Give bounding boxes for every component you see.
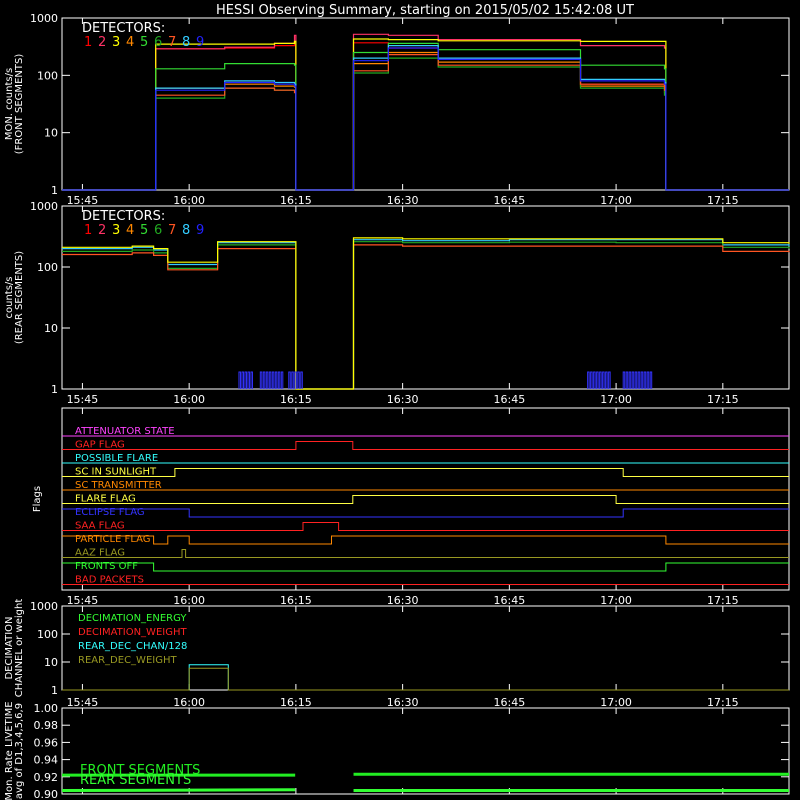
legend-entry: 4 bbox=[126, 35, 134, 50]
y-tick-label: 1000 bbox=[30, 200, 58, 213]
flag-label: FLARE FLAG bbox=[75, 494, 136, 505]
flag-label: ATTENUATOR STATE bbox=[75, 426, 175, 437]
y-tick-label: 0.94 bbox=[34, 754, 59, 767]
y-tick-label: 1000 bbox=[30, 12, 58, 25]
x-tick-label: 17:15 bbox=[707, 393, 739, 406]
legend-entry: 5 bbox=[140, 35, 148, 50]
x-tick-label: 16:45 bbox=[494, 194, 526, 207]
y-axis-label: (FRONT SEGMENTS) bbox=[14, 54, 25, 155]
decimation-legend-entry: REAR_DEC_CHAN/128 bbox=[78, 641, 187, 652]
y-tick-label: 100 bbox=[37, 628, 58, 641]
y-tick-label: 1.00 bbox=[34, 702, 59, 715]
livetime-line bbox=[61, 788, 296, 793]
legend-title: DETECTORS: bbox=[82, 21, 165, 36]
y-tick-label: 1 bbox=[51, 684, 58, 697]
x-tick-label: 16:30 bbox=[387, 194, 419, 207]
legend-entry: 3 bbox=[112, 223, 120, 238]
x-tick-label: 17:00 bbox=[600, 696, 632, 709]
y-axis-label: CHANNEL or weight bbox=[14, 599, 25, 698]
x-tick-label: 16:15 bbox=[280, 194, 312, 207]
decimation-legend-entry: REAR_DEC_WEIGHT bbox=[78, 655, 177, 666]
figure-title: HESSI Observing Summary, starting on 201… bbox=[216, 3, 634, 18]
y-tick-label: 1 bbox=[51, 184, 58, 197]
x-tick-label: 16:30 bbox=[387, 393, 419, 406]
x-tick-label: 15:45 bbox=[67, 393, 99, 406]
x-tick-label: 16:00 bbox=[173, 194, 205, 207]
x-tick-label: 15:45 bbox=[67, 594, 99, 607]
legend-entry: 4 bbox=[126, 223, 134, 238]
x-tick-label: 17:00 bbox=[600, 393, 632, 406]
decimation-legend-entry: DECIMATION_WEIGHT bbox=[78, 627, 187, 638]
legend-entry: 6 bbox=[154, 35, 162, 50]
x-tick-label: 17:15 bbox=[707, 696, 739, 709]
y-tick-label: 0.92 bbox=[34, 771, 59, 784]
y-tick-label: 0.90 bbox=[34, 788, 59, 800]
x-tick-label: 17:15 bbox=[707, 594, 739, 607]
y-axis-label: (REAR SEGMENTS) bbox=[14, 251, 25, 344]
x-tick-label: 16:00 bbox=[173, 594, 205, 607]
legend-entry: 6 bbox=[154, 223, 162, 238]
x-tick-label: 16:45 bbox=[494, 696, 526, 709]
y-tick-label: 10 bbox=[44, 127, 58, 140]
y-tick-label: 1 bbox=[51, 383, 58, 396]
livetime-legend-rear: REAR SEGMENTS bbox=[80, 773, 191, 788]
x-tick-label: 16:15 bbox=[280, 696, 312, 709]
legend-entry: 7 bbox=[168, 223, 176, 238]
x-tick-label: 16:15 bbox=[280, 594, 312, 607]
y-tick-label: 0.98 bbox=[34, 719, 59, 732]
flag-label: SC TRANSMITTER bbox=[75, 480, 162, 491]
y-tick-label: 100 bbox=[37, 261, 58, 274]
flag-label: POSSIBLE FLARE bbox=[75, 453, 158, 464]
flag-label: BAD PACKETS bbox=[75, 575, 144, 586]
legend-entry: 9 bbox=[196, 35, 204, 50]
x-tick-label: 17:00 bbox=[600, 194, 632, 207]
flag-label: AAZ FLAG bbox=[75, 548, 125, 559]
flag-label: SAA FLAG bbox=[75, 521, 125, 532]
x-tick-label: 16:30 bbox=[387, 696, 419, 709]
legend-entry: 7 bbox=[168, 35, 176, 50]
y-tick-label: 10 bbox=[44, 322, 58, 335]
y-tick-label: 0.96 bbox=[34, 736, 59, 749]
y-tick-label: 100 bbox=[37, 69, 58, 82]
legend-title: DETECTORS: bbox=[82, 209, 165, 224]
flag-label: SC IN SUNLIGHT bbox=[75, 467, 157, 478]
x-tick-label: 16:15 bbox=[280, 393, 312, 406]
decimation-legend-entry: DECIMATION_ENERGY bbox=[78, 613, 187, 624]
y-tick-label: 10 bbox=[44, 656, 58, 669]
legend-entry: 8 bbox=[182, 35, 190, 50]
legend-entry: 9 bbox=[196, 223, 204, 238]
y-axis-label: avg of D1,3,4,5,6,9 bbox=[14, 703, 25, 799]
x-tick-label: 17:00 bbox=[600, 594, 632, 607]
legend-entry: 1 bbox=[84, 35, 92, 50]
x-tick-label: 16:45 bbox=[494, 393, 526, 406]
x-tick-label: 16:30 bbox=[387, 594, 419, 607]
hessi-summary-figure: HESSI Observing Summary, starting on 201… bbox=[0, 0, 800, 800]
x-tick-label: 17:15 bbox=[707, 194, 739, 207]
x-tick-label: 16:45 bbox=[494, 594, 526, 607]
legend-entry: 5 bbox=[140, 223, 148, 238]
x-tick-label: 15:45 bbox=[67, 696, 99, 709]
x-tick-label: 15:45 bbox=[67, 194, 99, 207]
y-axis-label: Flags bbox=[32, 486, 43, 512]
legend-entry: 3 bbox=[112, 35, 120, 50]
x-tick-label: 16:00 bbox=[173, 393, 205, 406]
legend-entry: 1 bbox=[84, 223, 92, 238]
x-tick-label: 16:00 bbox=[173, 696, 205, 709]
legend-entry: 8 bbox=[182, 223, 190, 238]
flag-label: GAP FLAG bbox=[75, 440, 125, 451]
legend-entry: 2 bbox=[98, 35, 106, 50]
legend-entry: 2 bbox=[98, 223, 106, 238]
y-tick-label: 1000 bbox=[30, 600, 58, 613]
